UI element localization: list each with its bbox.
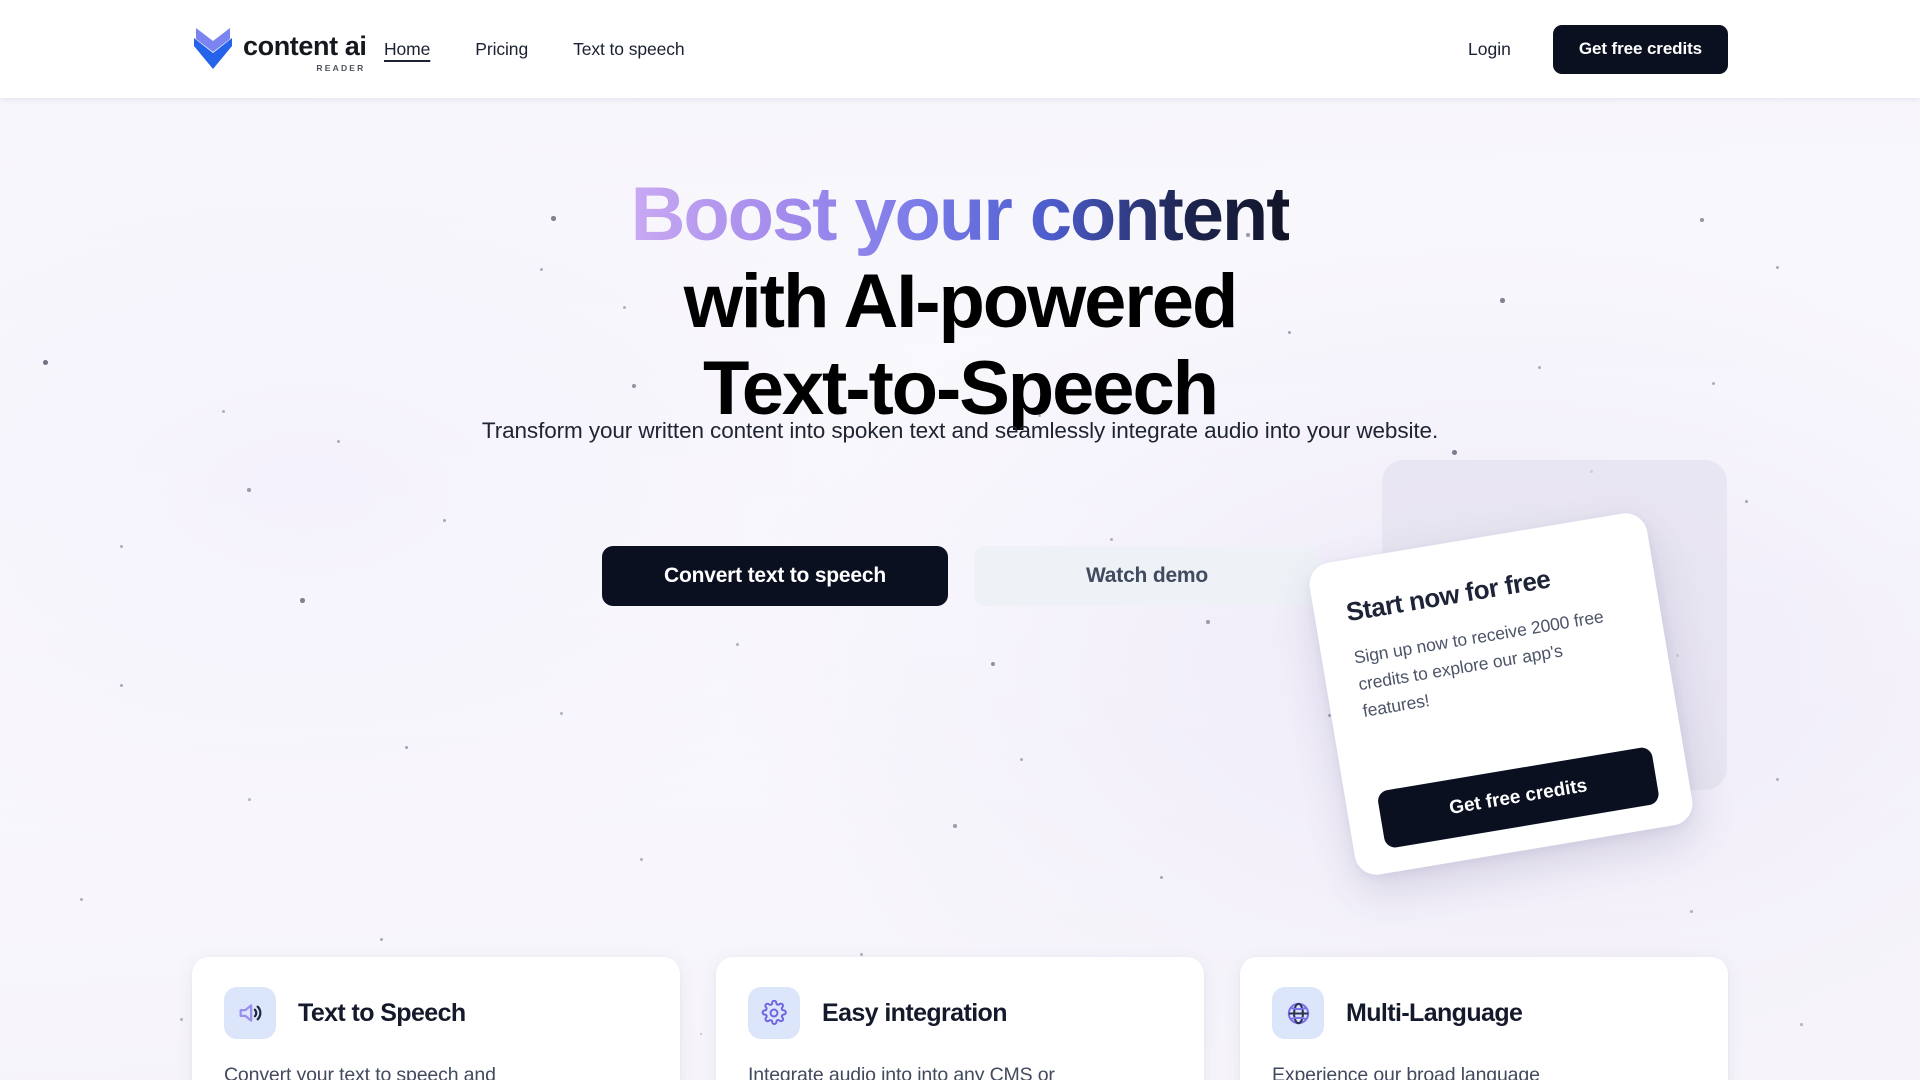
page-title: Boost your content with AI-powered Text-… <box>0 171 1920 432</box>
nav-item-text-to-speech[interactable]: Text to speech <box>573 39 685 60</box>
gear-icon <box>748 987 800 1039</box>
brand-name: content ai <box>243 31 367 61</box>
headline-line-2: with AI-powered <box>683 259 1239 345</box>
feature-card-easy-integration[interactable]: Easy integration Integrate audio into in… <box>716 957 1204 1080</box>
nav-item-pricing[interactable]: Pricing <box>475 39 528 60</box>
nav-item-home[interactable]: Home <box>384 39 430 60</box>
promo-card[interactable]: Start now for free Sign up now to receiv… <box>1306 509 1696 879</box>
header-actions: Login Get free credits <box>1468 0 1728 98</box>
login-link[interactable]: Login <box>1468 39 1511 60</box>
feature-card-text-to-speech[interactable]: Text to Speech Convert your text to spee… <box>192 957 680 1080</box>
promo-get-free-credits-button[interactable]: Get free credits <box>1376 746 1661 850</box>
chevron-v-logo-icon <box>192 26 234 70</box>
feature-description: Convert your text to speech and <box>224 1064 496 1080</box>
get-free-credits-button[interactable]: Get free credits <box>1552 24 1728 74</box>
site-header: content ai READER Home Pricing Text to s… <box>0 0 1920 98</box>
feature-description: Integrate audio into into any CMS or <box>748 1064 1055 1080</box>
feature-card-multi-language[interactable]: Multi-Language Experience our broad lang… <box>1240 957 1728 1080</box>
hero-cta-row: Convert text to speech Watch demo <box>602 546 1320 606</box>
brand-subtitle: READER <box>316 63 366 73</box>
feature-card-header: Easy integration <box>748 987 1170 1039</box>
headline-line-1: Boost your content <box>630 172 1292 257</box>
promo-card-group: Start now for free Sign up now to receiv… <box>1306 458 1730 879</box>
hero-content: Boost your content with AI-powered Text-… <box>0 98 1920 1080</box>
watch-demo-button[interactable]: Watch demo <box>974 546 1320 606</box>
feature-card-list: Text to Speech Convert your text to spee… <box>192 957 1728 1080</box>
convert-text-to-speech-button[interactable]: Convert text to speech <box>602 546 948 606</box>
feature-card-header: Multi-Language <box>1272 987 1694 1039</box>
feature-title: Multi-Language <box>1346 998 1523 1027</box>
brand-logo[interactable]: content ai READER <box>192 26 367 73</box>
feature-description: Experience our broad language <box>1272 1064 1540 1080</box>
hero-subtitle: Transform your written content into spok… <box>481 418 1439 443</box>
feature-title: Easy integration <box>822 998 1008 1027</box>
feature-title: Text to Speech <box>298 998 466 1027</box>
speaker-volume-icon <box>224 987 276 1039</box>
brand-wordmark: content ai READER <box>243 26 367 74</box>
feature-card-header: Text to Speech <box>224 987 646 1039</box>
hero-section: Boost your content with AI-powered Text-… <box>0 98 1920 1080</box>
globe-icon <box>1272 987 1324 1039</box>
primary-nav: Home Pricing Text to speech <box>384 0 685 98</box>
